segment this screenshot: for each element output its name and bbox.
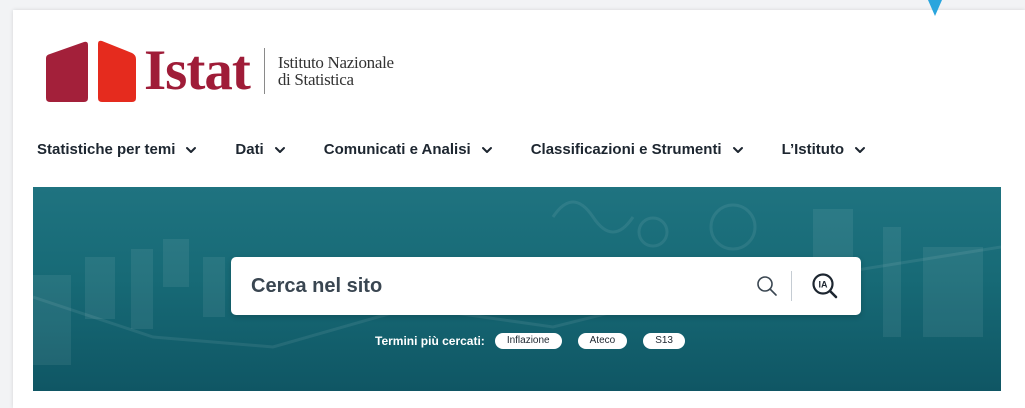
search-input[interactable] — [251, 257, 731, 315]
ia-icon-label: IA — [819, 280, 829, 290]
page: Istat Istituto Nazionale di Statistica S… — [13, 10, 1025, 408]
search-separator — [791, 271, 792, 301]
logo-mark-icon — [44, 40, 140, 102]
nav-item-label: L’Istituto — [781, 141, 845, 158]
term-chip-inflazione[interactable]: Inflazione — [494, 333, 562, 349]
search-icon[interactable] — [755, 274, 779, 298]
logo-subtitle: Istituto Nazionale di Statistica — [278, 54, 394, 88]
nav-item-label: Dati — [235, 141, 264, 158]
hero-search-banner: IA Termini più cercati: Inflazione Ateco… — [33, 187, 1001, 391]
nav-item-classificazioni[interactable]: Classificazioni e Strumenti — [531, 141, 744, 158]
top-search-terms: Termini più cercati: Inflazione Ateco S1… — [375, 333, 701, 349]
term-chip-ateco[interactable]: Ateco — [577, 333, 628, 349]
chevron-down-icon — [186, 146, 197, 153]
nav-item-label: Statistiche per temi — [37, 141, 176, 158]
top-terms-label: Termini più cercati: — [375, 334, 485, 348]
term-chip-s13[interactable]: S13 — [643, 333, 685, 349]
chevron-down-icon — [274, 146, 285, 153]
search-box: IA — [231, 257, 861, 315]
chevron-down-icon — [481, 146, 492, 153]
main-nav: Statistiche per temi Dati Comunicati e A… — [37, 141, 904, 158]
istat-logo[interactable]: Istat Istituto Nazionale di Statistica — [44, 40, 394, 102]
logo-subtitle-line2: di Statistica — [277, 70, 354, 89]
nav-item-istituto[interactable]: L’Istituto — [782, 141, 867, 158]
chevron-down-icon — [732, 146, 743, 153]
logo-wordmark: Istat — [144, 39, 251, 102]
logo-divider — [263, 48, 265, 94]
chevron-down-icon — [855, 146, 866, 153]
nav-item-label: Comunicati e Analisi — [323, 141, 471, 158]
corner-marker-icon — [928, 0, 942, 16]
logo-subtitle-line1: Istituto Nazionale — [277, 53, 394, 72]
nav-item-statistiche[interactable]: Statistiche per temi — [37, 141, 197, 158]
ia-search-icon[interactable]: IA — [811, 272, 839, 300]
nav-item-dati[interactable]: Dati — [235, 141, 285, 158]
nav-item-label: Classificazioni e Strumenti — [530, 141, 722, 158]
nav-item-comunicati[interactable]: Comunicati e Analisi — [324, 141, 493, 158]
